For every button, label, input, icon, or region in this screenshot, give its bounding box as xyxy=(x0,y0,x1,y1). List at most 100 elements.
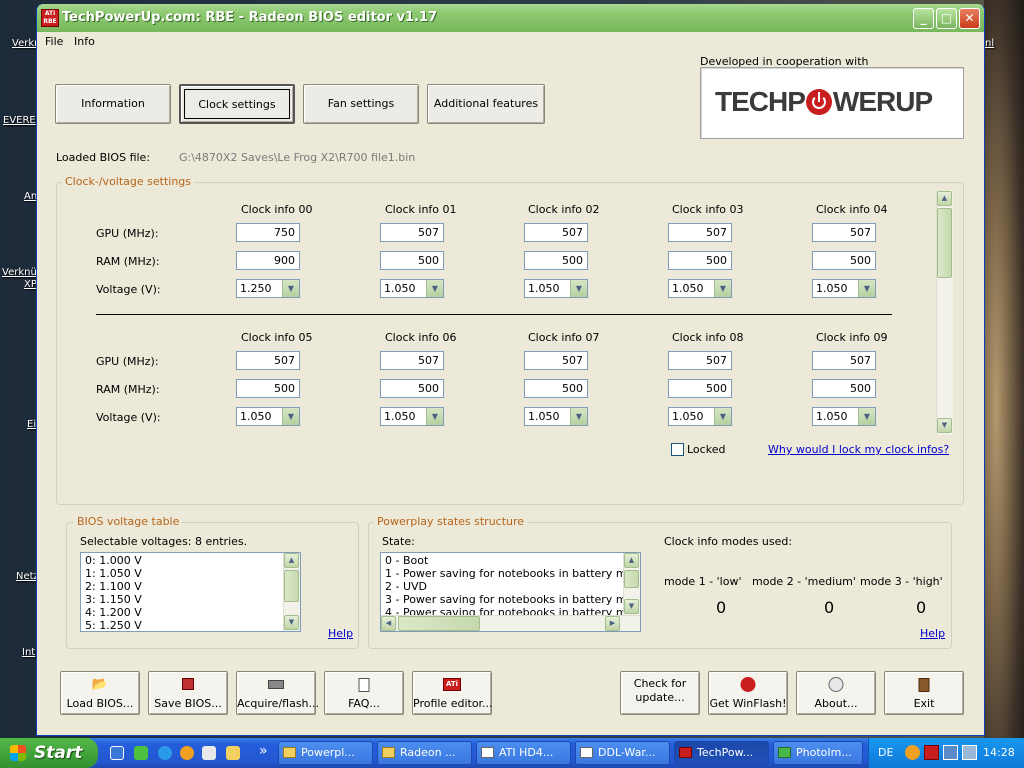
voltage-list-scrollbar[interactable]: ▲ ▼ xyxy=(283,553,300,631)
list-item[interactable]: 4: 1.200 V xyxy=(85,606,142,619)
about-button[interactable]: About... xyxy=(796,671,876,715)
taskbar-item[interactable]: DDL-War... xyxy=(575,741,670,765)
acquire-flash-button[interactable]: Acquire/flash... xyxy=(236,671,319,715)
chevron-down-icon[interactable]: ▼ xyxy=(714,408,731,425)
voltage-select[interactable]: 1.050 ▼ xyxy=(812,407,876,426)
ram-clock-input[interactable]: 500 xyxy=(668,379,732,398)
title-bar[interactable]: ATi RBE TechPowerUp.com: RBE - Radeon BIO… xyxy=(37,4,984,32)
quicklaunch-media-icon[interactable] xyxy=(180,746,194,760)
scroll-thumb[interactable] xyxy=(284,570,299,602)
list-item[interactable]: 3: 1.150 V xyxy=(85,593,142,606)
gpu-clock-input[interactable]: 750 xyxy=(236,223,300,242)
desktop-icon-label[interactable]: nl xyxy=(985,38,994,49)
voltage-help-link[interactable]: Help xyxy=(328,627,353,640)
quicklaunch-more-icon[interactable]: » xyxy=(259,743,268,759)
taskbar-item-active[interactable]: TechPow... xyxy=(674,741,769,765)
chevron-down-icon[interactable]: ▼ xyxy=(282,408,299,425)
gpu-clock-input[interactable]: 507 xyxy=(668,351,732,370)
list-item[interactable]: 0 - Boot xyxy=(385,554,428,567)
scroll-thumb[interactable] xyxy=(398,616,480,631)
list-item[interactable]: 0: 1.000 V xyxy=(85,554,142,567)
gpu-clock-input[interactable]: 507 xyxy=(524,223,588,242)
scroll-left-icon[interactable]: ◀ xyxy=(381,616,396,631)
scroll-down-icon[interactable]: ▼ xyxy=(284,615,299,630)
tray-ati-icon[interactable] xyxy=(924,745,939,760)
list-item[interactable]: 2: 1.100 V xyxy=(85,580,142,593)
quicklaunch-ie-icon[interactable] xyxy=(110,746,124,760)
list-item[interactable]: 3 - Power saving for notebooks in batter… xyxy=(385,593,640,606)
chevron-down-icon[interactable]: ▼ xyxy=(714,280,731,297)
tab-additional-features[interactable]: Additional features xyxy=(427,84,545,124)
chevron-down-icon[interactable]: ▼ xyxy=(426,280,443,297)
desktop-icon-label[interactable]: Verknü xyxy=(2,267,37,278)
scroll-down-icon[interactable]: ▼ xyxy=(937,418,952,433)
chevron-down-icon[interactable]: ▼ xyxy=(570,280,587,297)
quicklaunch-app-icon[interactable] xyxy=(134,746,148,760)
scroll-up-icon[interactable]: ▲ xyxy=(624,553,639,568)
tray-app-icon[interactable] xyxy=(943,745,958,760)
voltage-select[interactable]: 1.050 ▼ xyxy=(524,279,588,298)
scroll-right-icon[interactable]: ▶ xyxy=(605,616,620,631)
voltage-select[interactable]: 1.250 ▼ xyxy=(236,279,300,298)
chevron-down-icon[interactable]: ▼ xyxy=(282,280,299,297)
ram-clock-input[interactable]: 500 xyxy=(668,251,732,270)
get-winflash-button[interactable]: Get WinFlash! xyxy=(708,671,788,715)
voltage-select[interactable]: 1.050 ▼ xyxy=(524,407,588,426)
desktop-icon-label[interactable]: EVERE xyxy=(3,115,36,126)
desktop-icon-label[interactable]: XP xyxy=(24,279,37,290)
ram-clock-input[interactable]: 500 xyxy=(524,251,588,270)
language-indicator[interactable]: DE xyxy=(878,746,893,759)
taskbar-item[interactable]: PhotoIm... xyxy=(773,741,863,765)
ram-clock-input[interactable]: 900 xyxy=(236,251,300,270)
chevron-down-icon[interactable]: ▼ xyxy=(858,408,875,425)
tab-information[interactable]: Information xyxy=(55,84,171,124)
powerplay-state-list[interactable]: 0 - Boot 1 - Power saving for notebooks … xyxy=(380,552,641,632)
menu-info[interactable]: Info xyxy=(74,35,95,48)
tray-expand-icon[interactable] xyxy=(905,745,920,760)
voltage-list[interactable]: 0: 1.000 V 1: 1.050 V 2: 1.100 V 3: 1.15… xyxy=(80,552,301,632)
menu-file[interactable]: File xyxy=(45,35,63,48)
powerplay-help-link[interactable]: Help xyxy=(920,627,945,640)
gpu-clock-input[interactable]: 507 xyxy=(380,223,444,242)
scroll-up-icon[interactable]: ▲ xyxy=(937,191,952,206)
save-bios-button[interactable]: Save BIOS... xyxy=(148,671,228,715)
clock-scrollbar[interactable]: ▲ ▼ xyxy=(936,191,953,435)
voltage-select[interactable]: 1.050 ▼ xyxy=(668,279,732,298)
maximize-button[interactable]: □ xyxy=(936,8,957,29)
chevron-down-icon[interactable]: ▼ xyxy=(426,408,443,425)
tray-network-icon[interactable] xyxy=(962,745,977,760)
locked-checkbox[interactable] xyxy=(671,443,684,456)
gpu-clock-input[interactable]: 507 xyxy=(524,351,588,370)
quicklaunch-browser-icon[interactable] xyxy=(158,746,172,760)
state-list-vscrollbar[interactable]: ▲ ▼ xyxy=(623,553,640,616)
gpu-clock-input[interactable]: 507 xyxy=(812,351,876,370)
voltage-select[interactable]: 1.050 ▼ xyxy=(380,407,444,426)
voltage-select[interactable]: 1.050 ▼ xyxy=(668,407,732,426)
gpu-clock-input[interactable]: 507 xyxy=(668,223,732,242)
ram-clock-input[interactable]: 500 xyxy=(812,251,876,270)
chevron-down-icon[interactable]: ▼ xyxy=(570,408,587,425)
tab-fan-settings[interactable]: Fan settings xyxy=(303,84,419,124)
load-bios-button[interactable]: 📂 Load BIOS... xyxy=(60,671,140,715)
list-item[interactable]: 1 - Power saving for notebooks in batter… xyxy=(385,567,640,580)
quicklaunch-folder-icon[interactable] xyxy=(226,746,240,760)
scroll-thumb[interactable] xyxy=(937,208,952,278)
faq-button[interactable]: FAQ... xyxy=(324,671,404,715)
chevron-down-icon[interactable]: ▼ xyxy=(858,280,875,297)
taskbar-item[interactable]: ATI HD4... xyxy=(476,741,571,765)
desktop-icon-label[interactable]: Ei xyxy=(27,419,36,430)
ram-clock-input[interactable]: 500 xyxy=(380,379,444,398)
ram-clock-input[interactable]: 500 xyxy=(812,379,876,398)
list-item[interactable]: 5: 1.250 V xyxy=(85,619,142,631)
desktop-icon-label[interactable]: Int xyxy=(22,647,35,658)
voltage-select[interactable]: 1.050 ▼ xyxy=(380,279,444,298)
minimize-button[interactable]: _ xyxy=(913,8,934,29)
profile-editor-button[interactable]: ATi Profile editor... xyxy=(412,671,493,715)
scroll-thumb[interactable] xyxy=(624,570,639,588)
taskbar-item[interactable]: Powerpl... xyxy=(278,741,373,765)
techpowerup-logo[interactable]: TECHP WERUP xyxy=(700,67,964,139)
list-item[interactable]: 1: 1.050 V xyxy=(85,567,142,580)
scroll-up-icon[interactable]: ▲ xyxy=(284,553,299,568)
state-list-hscrollbar[interactable]: ◀ ▶ xyxy=(381,615,640,631)
gpu-clock-input[interactable]: 507 xyxy=(236,351,300,370)
